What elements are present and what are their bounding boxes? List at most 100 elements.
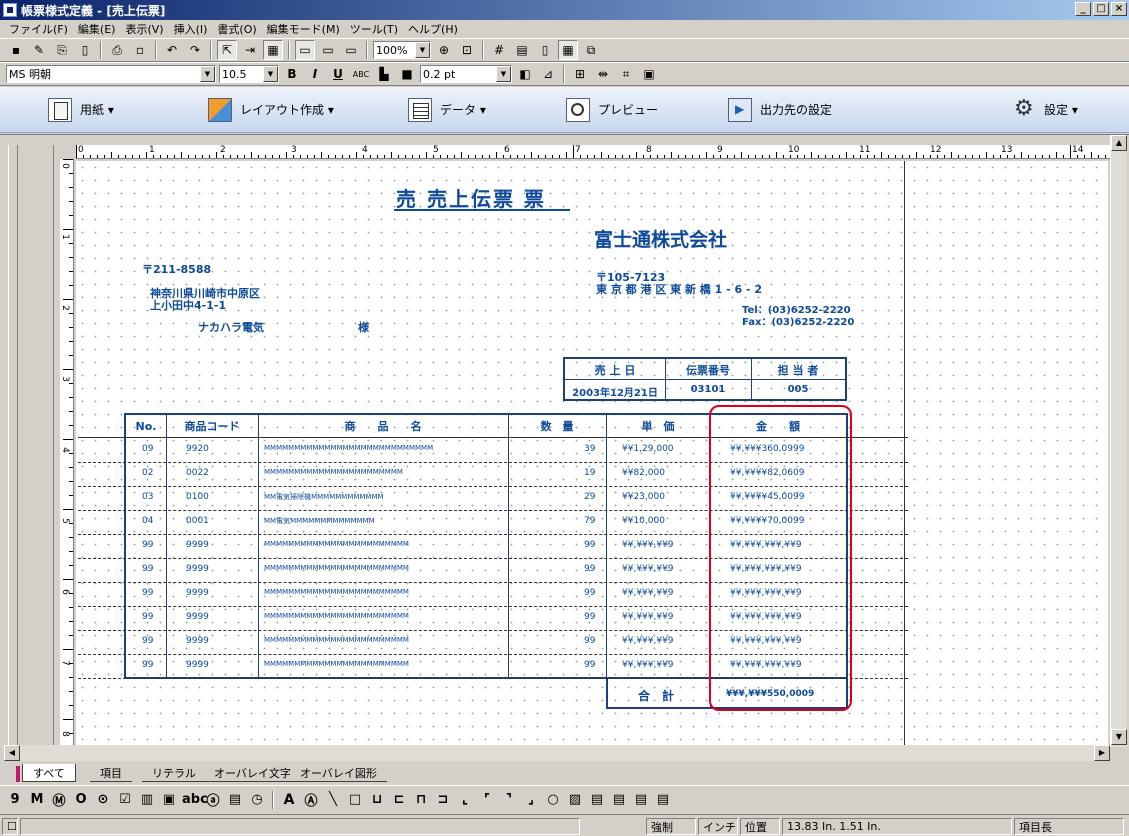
menu-help[interactable]: ヘルプ(H) (403, 21, 463, 37)
undo-icon[interactable]: ↶ (162, 40, 182, 60)
row-qty[interactable]: 99 (584, 660, 595, 670)
row-no[interactable]: 09 (142, 444, 153, 454)
row-no[interactable]: 03 (142, 492, 153, 502)
row-code[interactable]: 9920 (186, 444, 209, 454)
toolbox-tool-icon[interactable]: ⊙ (94, 792, 112, 807)
row-qty[interactable]: 99 (584, 612, 595, 622)
slip-number-value[interactable]: 03101 (665, 384, 751, 395)
frame-icon[interactable]: ▭ (295, 40, 315, 60)
row-name[interactable]: MMMMMMMMMMMMMMMMMMMMMMMM (264, 540, 409, 548)
row-code[interactable]: 9999 (186, 660, 209, 670)
row-name[interactable]: MMMMMMMMMMMMMMMMMMMMMMM (264, 468, 403, 476)
row-no[interactable]: 99 (142, 636, 153, 646)
col-header-code[interactable]: 商品コード (166, 415, 258, 437)
toolbox-shape-icon[interactable]: ⌝ (500, 792, 518, 807)
redo-icon[interactable]: ↷ (185, 40, 205, 60)
toolbox-tool-icon[interactable]: ▤ (226, 792, 244, 807)
select-icon[interactable]: ⇱ (217, 40, 237, 60)
close-button[interactable]: × (1111, 2, 1127, 16)
row-price[interactable]: ¥¥,¥¥¥,¥¥9 (622, 660, 674, 670)
table-icon[interactable]: ▤ (512, 40, 532, 60)
row-name[interactable]: MMMMMMMMMMMMMMMMMMMMMMMM (264, 660, 409, 668)
bring-front-icon[interactable]: ◧ (515, 64, 535, 84)
toolbox-shape-icon[interactable]: Ⓐ (302, 790, 320, 809)
col-header-name[interactable]: 商 品 名 (258, 415, 508, 437)
tab-order-icon[interactable]: ⌗ (616, 64, 636, 84)
row-code[interactable]: 9999 (186, 540, 209, 550)
menu-insert[interactable]: 挿入(I) (169, 21, 213, 37)
toolbox-shape-icon[interactable]: ⊐ (434, 792, 452, 807)
toolbox-tool-icon[interactable]: M (28, 792, 46, 807)
settings-command[interactable]: 設定 ▾ (1012, 96, 1078, 122)
toolbox-tool-icon[interactable]: O (72, 792, 90, 807)
toolbox-shape-icon[interactable]: ⌞ (456, 792, 474, 807)
toolbox-shape-icon[interactable]: □ (346, 792, 364, 807)
scroll-down-icon[interactable]: ▼ (1111, 729, 1127, 745)
toolbox-shape-icon[interactable]: ⌜ (478, 792, 496, 807)
open-icon[interactable]: ⎘ (52, 40, 72, 60)
edit-icon[interactable]: ✎ (29, 40, 49, 60)
maximize-button[interactable]: □ (1093, 2, 1109, 16)
vertical-scrollbar[interactable]: ▲ ▼ (1110, 135, 1127, 747)
row-name[interactable]: MM電気MMMMMMMMMMMMMM (264, 516, 375, 526)
toolbox-shape-icon[interactable]: ⊔ (368, 792, 386, 807)
menu-file[interactable]: ファイル(F) (4, 21, 73, 37)
tab-overlay-shape[interactable]: オーバレイ図形 (290, 764, 387, 782)
toolbox-shape-icon[interactable]: ▨ (566, 792, 584, 807)
row-price[interactable]: ¥¥23,000 (622, 492, 665, 502)
zoom-fit-icon[interactable]: ⊡ (457, 40, 477, 60)
row-code[interactable]: 9999 (186, 564, 209, 574)
tab-literal[interactable]: リテラル (142, 764, 206, 782)
row-qty[interactable]: 99 (584, 636, 595, 646)
form-canvas[interactable]: 売 売上伝票 票 富士通株式会社 〒211-8588 神奈川県川崎市中原区 上小… (76, 161, 1108, 745)
row-code[interactable]: 0100 (186, 492, 209, 502)
customer-address-2[interactable]: 上小田中4-1-1 (150, 297, 226, 313)
row-name[interactable]: MMMMMMMMMMMMMMMMMMMMMMMM (264, 564, 409, 572)
grid-icon[interactable]: # (489, 40, 509, 60)
row-qty[interactable]: 79 (584, 516, 595, 526)
insert-field-icon[interactable]: ⇥ (240, 40, 260, 60)
company-name[interactable]: 富士通株式会社 (594, 225, 727, 252)
menu-edit[interactable]: 編集(E) (73, 21, 121, 37)
row-no[interactable]: 99 (142, 540, 153, 550)
preview-command[interactable]: プレビュー (566, 97, 658, 122)
customer-name[interactable]: ナカハラ電気 (198, 319, 264, 335)
bold-button[interactable]: B (282, 64, 302, 84)
menu-edit-mode[interactable]: 編集モード(M) (262, 21, 345, 37)
toolbox-tool-icon[interactable]: abc (182, 792, 208, 807)
row-price[interactable]: ¥¥,¥¥¥,¥¥9 (622, 612, 674, 622)
line-color-icon[interactable]: ■ (397, 64, 417, 84)
toolbox-tool-icon[interactable]: Ⓜ (50, 790, 68, 809)
slip-number-label[interactable]: 伝票番号 (665, 362, 751, 378)
fill-color-icon[interactable]: ▙ (374, 64, 394, 84)
row-qty[interactable]: 99 (584, 588, 595, 598)
line-width-select[interactable]: 0.2 pt ▼ (420, 65, 512, 83)
font-size-select[interactable]: 10.5 ▼ (219, 65, 279, 83)
toolbox-tool-icon[interactable]: ▣ (160, 792, 178, 807)
font-select[interactable]: MS 明朝 ▼ (6, 65, 216, 83)
staff-value[interactable]: 005 (751, 384, 845, 395)
row-qty[interactable]: 39 (584, 444, 595, 454)
align-icon[interactable]: ⊿ (538, 64, 558, 84)
row-no[interactable]: 02 (142, 468, 153, 478)
row-name[interactable]: MMMMMMMMMMMMMMMMMMMMMMMMMMMM (264, 444, 433, 452)
toolbox-shape-icon[interactable]: ▤ (610, 792, 628, 807)
company-fax[interactable]: Fax：(03)6252-2220 (742, 313, 854, 328)
page-icon[interactable]: ▯ (535, 40, 555, 60)
tab-items[interactable]: 項目 (90, 764, 132, 782)
output-command[interactable]: 出力先の設定 (728, 97, 832, 122)
row-name[interactable]: MMMMMMMMMMMMMMMMMMMMMMMM (264, 636, 409, 644)
print-icon[interactable]: ⎙ (107, 40, 127, 60)
row-code[interactable]: 9999 (186, 588, 209, 598)
row-no[interactable]: 99 (142, 588, 153, 598)
row-name[interactable]: MMMMMMMMMMMMMMMMMMMMMMMM (264, 612, 409, 620)
scroll-left-icon[interactable]: ◀ (4, 745, 20, 761)
new-icon[interactable]: ▯ (75, 40, 95, 60)
toolbox-shape-icon[interactable]: ⊏ (390, 792, 408, 807)
row-name[interactable]: MMMMMMMMMMMMMMMMMMMMMMMM (264, 588, 409, 596)
minimize-button[interactable]: _ (1075, 2, 1091, 16)
row-code[interactable]: 9999 (186, 636, 209, 646)
toolbox-tool-icon[interactable]: ⓐ (204, 790, 222, 809)
layout-grid-icon[interactable]: ▦ (558, 40, 578, 60)
customer-postal[interactable]: 〒211-8588 (142, 261, 211, 277)
